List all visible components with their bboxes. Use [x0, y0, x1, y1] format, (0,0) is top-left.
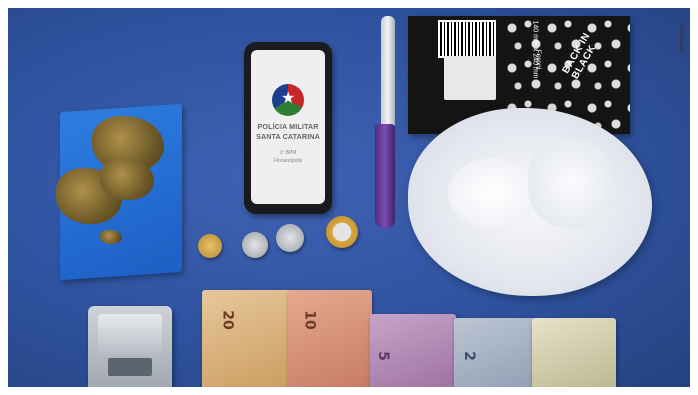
- package-label: [444, 56, 496, 100]
- herb-clump: [100, 158, 154, 200]
- banknote-2: 2: [454, 318, 536, 387]
- banknote-value: 20: [219, 310, 236, 330]
- photo-credit: Divulgação: [677, 24, 684, 54]
- digital-scale: [88, 306, 172, 387]
- coin: [326, 216, 358, 248]
- seized-items-photo: ★ POLÍCIA MILITAR SANTA CATARINA 1º BPM …: [8, 8, 690, 387]
- foreign-banknote: [532, 318, 616, 387]
- image-frame: ★ POLÍCIA MILITAR SANTA CATARINA 1º BPM …: [0, 0, 698, 395]
- banknote-value: 10: [301, 310, 318, 330]
- coin: [198, 234, 222, 258]
- herb-crumb: [100, 230, 122, 244]
- phone-text-line1: POLÍCIA MILITAR: [257, 122, 319, 131]
- phone-text-line2: SANTA CATARINA: [256, 132, 320, 141]
- knife-handle: [375, 124, 395, 228]
- scale-display: [108, 358, 152, 376]
- coin: [242, 232, 268, 258]
- knife-blade: [381, 16, 395, 126]
- tissue-fold: [528, 138, 614, 228]
- phone-text-line3: 1º BPM: [279, 150, 297, 156]
- banknote-10: 10: [288, 290, 372, 387]
- banknote-value: 5: [374, 351, 391, 361]
- barcode-icon: [438, 20, 496, 58]
- phone-text-line4: Florianópolis: [273, 158, 303, 164]
- tissue-fold: [448, 158, 538, 228]
- phone-screen: ★ POLÍCIA MILITAR SANTA CATARINA 1º BPM …: [251, 50, 325, 204]
- banknote-5: 5: [370, 314, 456, 387]
- coin: [276, 224, 304, 252]
- scale-lid: [98, 314, 162, 354]
- package-maker: Foroni: [534, 49, 542, 70]
- banknote-20: 20: [202, 290, 294, 387]
- smartphone: ★ POLÍCIA MILITAR SANTA CATARINA 1º BPM …: [244, 42, 332, 214]
- banknote-value: 2: [460, 351, 477, 361]
- police-logo-icon: ★: [272, 84, 304, 116]
